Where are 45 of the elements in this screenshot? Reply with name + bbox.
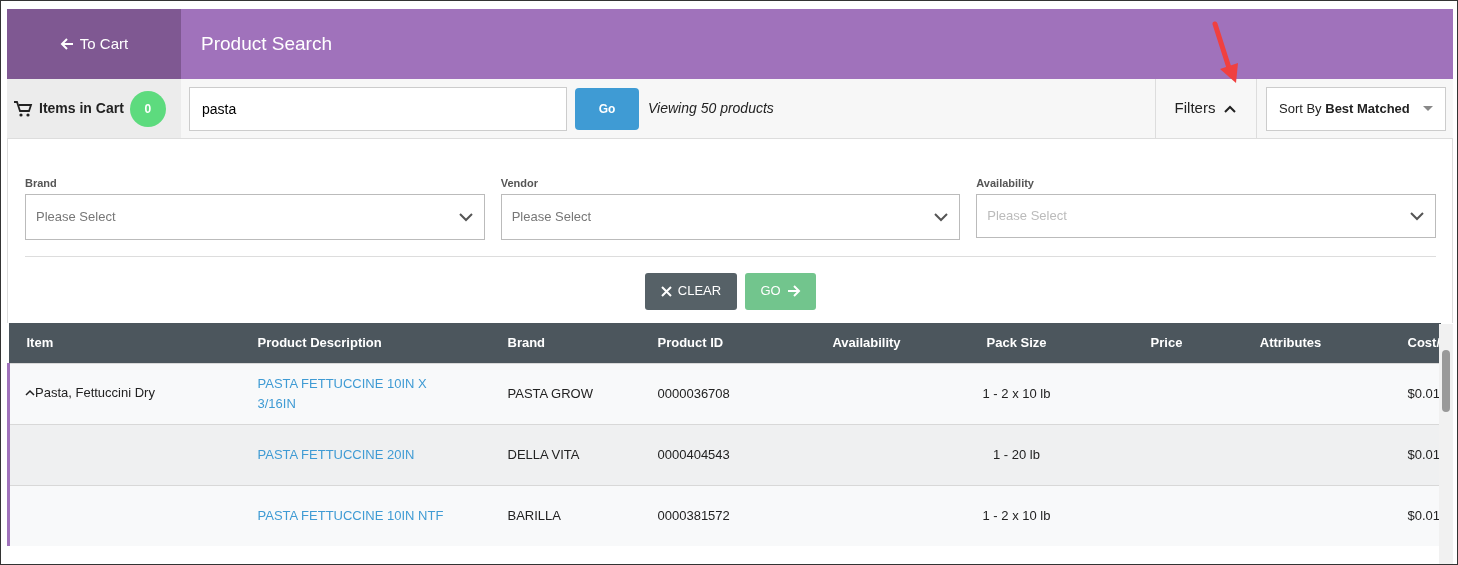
caret-icon [1423,106,1433,111]
filter-label: Vendor [500,176,539,191]
column-header: Product ID [639,323,793,363]
table-cell: 0000036708 [657,385,730,401]
table-cell: 1 - 20 lb [993,446,1040,462]
table-cell: 1 - 2 x 10 lb [982,508,1051,523]
filter-label: Availability [976,176,1035,191]
table-cell: 0000381572 [657,508,730,523]
select-field[interactable]: Please Select [25,193,485,240]
select-field: Please Select [976,193,1436,238]
table-cell: 1 - 2 x 10 lb [982,385,1051,401]
select-field[interactable]: Please Select [500,193,961,240]
column-header: Attributes [1240,323,1341,363]
table-cell: BARILLA [507,508,561,523]
filters-toggle[interactable]: Filters [1155,79,1257,138]
table-cell: DELLA VITA [507,446,580,462]
cart-icon [13,99,33,118]
search-field[interactable]: pasta [189,86,567,131]
arrow-right-icon [786,284,801,298]
sort-dropdown[interactable]: Sort By Best Matched [1266,86,1446,131]
filter-label: Brand [25,176,58,191]
column-header: Cost/ [1340,323,1441,363]
table-cell-text: Pasta, Fettuccini Dry [35,384,155,403]
table-cell: $0.01 [1407,385,1441,401]
go-button[interactable]: Go [575,87,639,130]
column-header: Availability [792,323,941,363]
table-cell: $0.01 [1407,446,1441,462]
back-button[interactable]: To Cart [7,9,181,79]
column-header: Pack Size [940,323,1093,363]
column-header: Product Description [239,323,490,363]
result-count: Viewing 50 products [648,99,774,118]
cart-count-badge: 0 [129,90,166,127]
arrow-left-icon [59,37,74,51]
scrollbar[interactable] [1439,324,1453,564]
close-icon [660,285,672,297]
column-header: Brand [489,323,640,363]
page-title: Product Search [200,31,332,56]
scrollbar-thumb[interactable] [1442,350,1450,412]
table-cell: 0000404543 [657,446,730,462]
cart-label: Items in Cart [39,99,124,118]
clear-button[interactable]: CLEAR [645,272,737,310]
column-header: Price [1092,323,1241,363]
table-cell: $0.01 [1407,508,1441,523]
table-cell: PASTA GROW [507,385,593,401]
column-header: Item [8,323,240,363]
